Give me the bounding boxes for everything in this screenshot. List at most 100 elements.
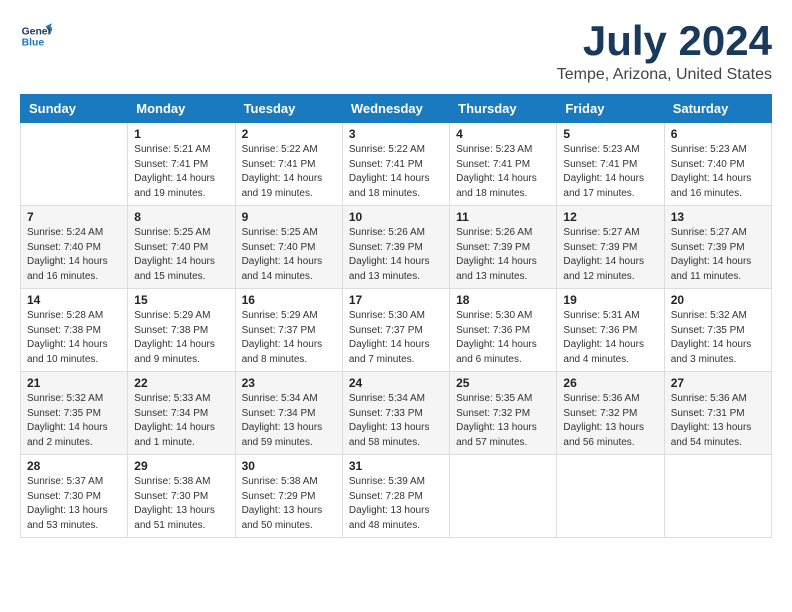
col-thursday: Thursday xyxy=(450,95,557,123)
day-info: Sunrise: 5:26 AMSunset: 7:39 PMDaylight:… xyxy=(349,226,443,284)
day-info: Sunrise: 5:29 AMSunset: 7:37 PMDaylight:… xyxy=(242,309,336,367)
col-monday: Monday xyxy=(128,95,235,123)
calendar-cell: 15 Sunrise: 5:29 AMSunset: 7:38 PMDayligh… xyxy=(128,289,235,372)
day-number: 23 xyxy=(242,376,336,390)
calendar-cell: 9 Sunrise: 5:25 AMSunset: 7:40 PMDaylight… xyxy=(235,206,342,289)
day-info: Sunrise: 5:29 AMSunset: 7:38 PMDaylight:… xyxy=(134,309,228,367)
day-info: Sunrise: 5:27 AMSunset: 7:39 PMDaylight:… xyxy=(671,226,765,284)
day-info: Sunrise: 5:28 AMSunset: 7:38 PMDaylight:… xyxy=(27,309,121,367)
calendar-cell: 28 Sunrise: 5:37 AMSunset: 7:30 PMDayligh… xyxy=(21,455,128,538)
day-number: 22 xyxy=(134,376,228,390)
calendar-cell: 12 Sunrise: 5:27 AMSunset: 7:39 PMDayligh… xyxy=(557,206,664,289)
day-info: Sunrise: 5:34 AMSunset: 7:33 PMDaylight:… xyxy=(349,392,443,450)
day-info: Sunrise: 5:25 AMSunset: 7:40 PMDaylight:… xyxy=(134,226,228,284)
calendar-week-4: 21 Sunrise: 5:32 AMSunset: 7:35 PMDayligh… xyxy=(21,372,772,455)
col-sunday: Sunday xyxy=(21,95,128,123)
day-number: 20 xyxy=(671,293,765,307)
calendar-cell: 22 Sunrise: 5:33 AMSunset: 7:34 PMDayligh… xyxy=(128,372,235,455)
day-number: 31 xyxy=(349,459,443,473)
calendar-cell: 6Sunrise: 5:23 AMSunset: 7:40 PMDaylight… xyxy=(664,123,771,206)
day-info: Sunrise: 5:23 AMSunset: 7:41 PMDaylight:… xyxy=(456,143,550,201)
calendar-cell: 16 Sunrise: 5:29 AMSunset: 7:37 PMDayligh… xyxy=(235,289,342,372)
day-info: Sunrise: 5:37 AMSunset: 7:30 PMDaylight:… xyxy=(27,475,121,533)
day-number: 8 xyxy=(134,210,228,224)
calendar-week-3: 14 Sunrise: 5:28 AMSunset: 7:38 PMDayligh… xyxy=(21,289,772,372)
calendar-week-5: 28 Sunrise: 5:37 AMSunset: 7:30 PMDayligh… xyxy=(21,455,772,538)
calendar-cell: 20 Sunrise: 5:32 AMSunset: 7:35 PMDayligh… xyxy=(664,289,771,372)
calendar-cell: 24 Sunrise: 5:34 AMSunset: 7:33 PMDayligh… xyxy=(342,372,449,455)
calendar-cell: 23Sunrise: 5:34 AMSunset: 7:34 PMDayligh… xyxy=(235,372,342,455)
calendar-cell: 18 Sunrise: 5:30 AMSunset: 7:36 PMDayligh… xyxy=(450,289,557,372)
calendar-cell xyxy=(664,455,771,538)
day-number: 1 xyxy=(134,127,228,141)
month-title: July 2024 xyxy=(557,20,772,62)
title-section: July 2024 Tempe, Arizona, United States xyxy=(557,20,772,84)
day-number: 25 xyxy=(456,376,550,390)
calendar-cell: 8 Sunrise: 5:25 AMSunset: 7:40 PMDaylight… xyxy=(128,206,235,289)
day-info: Sunrise: 5:36 AMSunset: 7:31 PMDaylight:… xyxy=(671,392,765,450)
day-number: 13 xyxy=(671,210,765,224)
calendar-cell: 4 Sunrise: 5:23 AMSunset: 7:41 PMDaylight… xyxy=(450,123,557,206)
day-number: 19 xyxy=(563,293,657,307)
day-info: Sunrise: 5:38 AMSunset: 7:30 PMDaylight:… xyxy=(134,475,228,533)
day-number: 21 xyxy=(27,376,121,390)
col-tuesday: Tuesday xyxy=(235,95,342,123)
day-number: 18 xyxy=(456,293,550,307)
day-info: Sunrise: 5:23 AMSunset: 7:40 PMDaylight:… xyxy=(671,143,765,201)
calendar-cell xyxy=(21,123,128,206)
day-number: 4 xyxy=(456,127,550,141)
day-info: Sunrise: 5:24 AMSunset: 7:40 PMDaylight:… xyxy=(27,226,121,284)
calendar-cell: 21 Sunrise: 5:32 AMSunset: 7:35 PMDayligh… xyxy=(21,372,128,455)
day-number: 9 xyxy=(242,210,336,224)
day-info: Sunrise: 5:27 AMSunset: 7:39 PMDaylight:… xyxy=(563,226,657,284)
day-number: 14 xyxy=(27,293,121,307)
location-title: Tempe, Arizona, United States xyxy=(557,66,772,84)
day-number: 27 xyxy=(671,376,765,390)
day-number: 3 xyxy=(349,127,443,141)
day-number: 28 xyxy=(27,459,121,473)
calendar-cell: 13 Sunrise: 5:27 AMSunset: 7:39 PMDayligh… xyxy=(664,206,771,289)
day-info: Sunrise: 5:22 AMSunset: 7:41 PMDaylight:… xyxy=(349,143,443,201)
day-info: Sunrise: 5:21 AMSunset: 7:41 PMDaylight:… xyxy=(134,143,228,201)
day-info: Sunrise: 5:23 AMSunset: 7:41 PMDaylight:… xyxy=(563,143,657,201)
calendar-cell: 25 Sunrise: 5:35 AMSunset: 7:32 PMDayligh… xyxy=(450,372,557,455)
calendar-cell: 31 Sunrise: 5:39 AMSunset: 7:28 PMDayligh… xyxy=(342,455,449,538)
day-info: Sunrise: 5:22 AMSunset: 7:41 PMDaylight:… xyxy=(242,143,336,201)
day-info: Sunrise: 5:33 AMSunset: 7:34 PMDaylight:… xyxy=(134,392,228,450)
day-info: Sunrise: 5:32 AMSunset: 7:35 PMDaylight:… xyxy=(27,392,121,450)
day-info: Sunrise: 5:35 AMSunset: 7:32 PMDaylight:… xyxy=(456,392,550,450)
day-number: 16 xyxy=(242,293,336,307)
calendar-cell: 10 Sunrise: 5:26 AMSunset: 7:39 PMDayligh… xyxy=(342,206,449,289)
day-info: Sunrise: 5:38 AMSunset: 7:29 PMDaylight:… xyxy=(242,475,336,533)
calendar-cell: 30 Sunrise: 5:38 AMSunset: 7:29 PMDayligh… xyxy=(235,455,342,538)
day-number: 12 xyxy=(563,210,657,224)
logo-icon: General Blue xyxy=(20,20,52,52)
calendar-week-2: 7 Sunrise: 5:24 AMSunset: 7:40 PMDaylight… xyxy=(21,206,772,289)
calendar-cell: 17 Sunrise: 5:30 AMSunset: 7:37 PMDayligh… xyxy=(342,289,449,372)
day-info: Sunrise: 5:32 AMSunset: 7:35 PMDaylight:… xyxy=(671,309,765,367)
col-wednesday: Wednesday xyxy=(342,95,449,123)
svg-text:Blue: Blue xyxy=(22,38,45,49)
page-header: General Blue July 2024 Tempe, Arizona, U… xyxy=(20,20,772,84)
day-number: 30 xyxy=(242,459,336,473)
day-info: Sunrise: 5:39 AMSunset: 7:28 PMDaylight:… xyxy=(349,475,443,533)
day-info: Sunrise: 5:25 AMSunset: 7:40 PMDaylight:… xyxy=(242,226,336,284)
day-number: 17 xyxy=(349,293,443,307)
day-number: 24 xyxy=(349,376,443,390)
day-number: 26 xyxy=(563,376,657,390)
calendar-cell: 19 Sunrise: 5:31 AMSunset: 7:36 PMDayligh… xyxy=(557,289,664,372)
calendar-cell: 27 Sunrise: 5:36 AMSunset: 7:31 PMDayligh… xyxy=(664,372,771,455)
calendar-cell xyxy=(450,455,557,538)
calendar-cell: 2 Sunrise: 5:22 AMSunset: 7:41 PMDaylight… xyxy=(235,123,342,206)
calendar-cell xyxy=(557,455,664,538)
day-info: Sunrise: 5:31 AMSunset: 7:36 PMDaylight:… xyxy=(563,309,657,367)
day-number: 2 xyxy=(242,127,336,141)
logo: General Blue xyxy=(20,20,52,52)
day-number: 15 xyxy=(134,293,228,307)
day-number: 10 xyxy=(349,210,443,224)
day-info: Sunrise: 5:30 AMSunset: 7:36 PMDaylight:… xyxy=(456,309,550,367)
calendar-cell: 5Sunrise: 5:23 AMSunset: 7:41 PMDaylight… xyxy=(557,123,664,206)
calendar-cell: 26Sunrise: 5:36 AMSunset: 7:32 PMDayligh… xyxy=(557,372,664,455)
day-info: Sunrise: 5:30 AMSunset: 7:37 PMDaylight:… xyxy=(349,309,443,367)
day-number: 7 xyxy=(27,210,121,224)
